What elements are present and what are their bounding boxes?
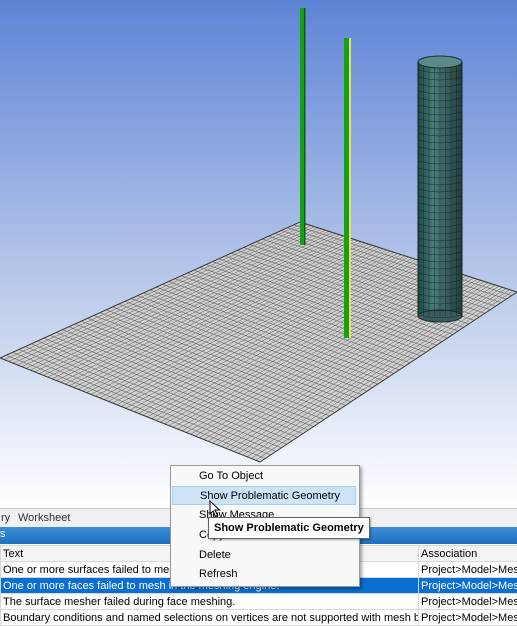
- message-text: Boundary conditions and named selections…: [1, 610, 419, 626]
- menu-item-show-problematic-geometry[interactable]: Show Problematic Geometry: [172, 486, 356, 505]
- message-association: Project>Model>Mesh: [419, 578, 517, 594]
- menu-item-go-to-object[interactable]: Go To Object: [172, 467, 356, 486]
- menu-item-refresh[interactable]: Refresh: [172, 565, 356, 584]
- graphics-viewport[interactable]: [0, 0, 517, 508]
- table-row[interactable]: The surface mesher failed during face me…: [1, 594, 517, 610]
- rod-left: [300, 8, 306, 245]
- message-text: The surface mesher failed during face me…: [1, 594, 419, 610]
- messages-panel-title: s: [0, 528, 6, 540]
- message-association: Project>Model>Mesh: [419, 610, 517, 626]
- tooltip: Show Problematic Geometry: [208, 517, 370, 539]
- menu-item-delete[interactable]: Delete: [172, 546, 356, 565]
- mouse-pointer-icon: [209, 500, 221, 518]
- tab-worksheet[interactable]: Worksheet: [14, 510, 74, 526]
- cylinder-body: [418, 56, 462, 322]
- message-association: Project>Model>Mesh: [419, 562, 517, 578]
- mesh-view: [0, 0, 517, 508]
- message-association: Project>Model>Mesh: [419, 594, 517, 610]
- rod-right: [344, 38, 351, 338]
- tab-geometry[interactable]: ry: [0, 510, 14, 526]
- table-row[interactable]: Boundary conditions and named selections…: [1, 610, 517, 626]
- column-header-association[interactable]: Association: [419, 546, 517, 562]
